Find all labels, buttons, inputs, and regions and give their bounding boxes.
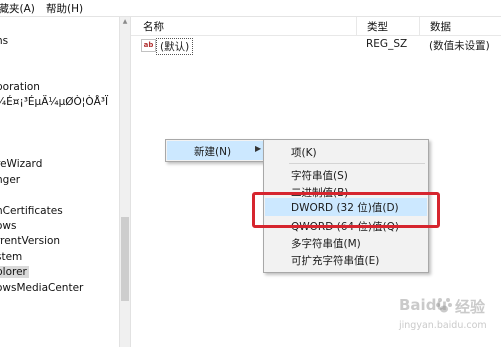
column-type[interactable]: 类型 — [367, 19, 388, 34]
menu-item-string-value[interactable]: 字符串值(S) — [265, 166, 427, 184]
watermark: Baidu 经验 jingyan.baidu.com — [395, 296, 501, 344]
menu-item-label: 多字符串值(M) — [291, 238, 361, 250]
column-data[interactable]: 数据 — [430, 19, 451, 34]
submenu-arrow-icon: ▶ — [255, 144, 262, 153]
scroll-thumb[interactable] — [121, 217, 129, 301]
paw-icon — [436, 298, 452, 313]
value-name: (默认) — [156, 38, 194, 55]
menu-item-label: 字符串值(S) — [291, 170, 348, 182]
list-header: 名称 类型 数据 — [131, 17, 501, 36]
tree-scrollbar[interactable]: ▲ — [119, 17, 131, 347]
menu-item-label: 可扩充字符串值(E) — [291, 255, 380, 267]
tree-node[interactable]: reWizard — [0, 158, 42, 170]
column-name[interactable]: 名称 — [143, 19, 164, 34]
table-row[interactable]: ab (默认) REG_SZ (数值未设置) — [131, 37, 501, 55]
watermark-url: jingyan.baidu.com — [399, 320, 487, 331]
tree-node[interactable]: ns — [0, 35, 8, 47]
value-data: (数值未设置) — [429, 40, 490, 52]
menu-help[interactable]: 帮助(H) — [46, 1, 83, 16]
tree-node[interactable]: rrentVersion — [0, 235, 60, 247]
menu-item-label: 新建(N) — [194, 146, 232, 158]
tree-node[interactable]: nCertificates — [0, 205, 63, 217]
tree-node[interactable]: poration — [0, 81, 40, 93]
menu-favorites[interactable]: 收藏夹(A) — [0, 1, 35, 16]
tree-node[interactable]: ¾É¤¡³ÉµÄ¼µØÒ¦ÒÅ³Ï — [0, 96, 108, 108]
column-divider[interactable] — [419, 17, 420, 35]
tree-node[interactable]: nger — [0, 174, 20, 186]
context-menu: 新建(N) ▶ — [165, 139, 266, 162]
tree-node[interactable]: owsMediaCenter — [0, 282, 83, 294]
menu-item-expandable-string-value[interactable]: 可扩充字符串值(E) — [265, 251, 427, 269]
string-value-icon: ab — [141, 39, 156, 52]
annotation-highlight-box — [252, 192, 440, 228]
menu-separator — [289, 163, 425, 164]
tree-node[interactable]: ows — [0, 220, 16, 232]
value-type: REG_SZ — [366, 38, 408, 50]
menu-item-multi-string-value[interactable]: 多字符串值(M) — [265, 234, 427, 252]
menu-bar: 收藏夹(A) 帮助(H) — [0, 0, 501, 17]
scroll-up-icon[interactable]: ▲ — [121, 17, 129, 26]
tree-node[interactable]: stem — [0, 251, 22, 263]
menu-item-label: 项(K) — [291, 147, 317, 159]
menu-item-key[interactable]: 项(K) — [265, 143, 427, 161]
column-divider[interactable] — [356, 17, 357, 35]
watermark-suffix: 经验 — [455, 298, 486, 316]
registry-tree-pane: ns poration ¾É¤¡³ÉµÄ¼µØÒ¦ÒÅ³Ï t reWizard… — [0, 17, 119, 347]
menu-item-new[interactable]: 新建(N) ▶ — [167, 141, 264, 160]
tree-node-selected[interactable]: plorer — [0, 266, 29, 278]
